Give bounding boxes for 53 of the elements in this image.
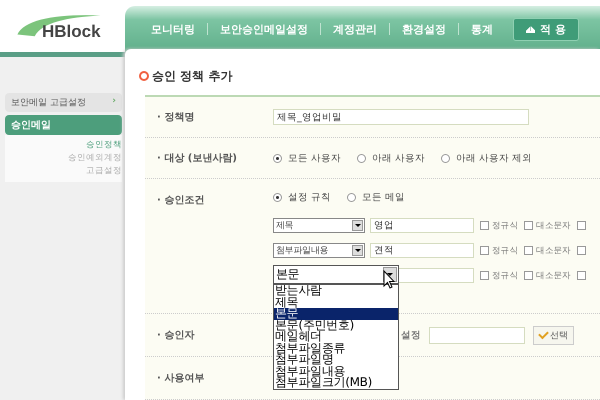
field-label: 설정 (401, 328, 421, 342)
checkbox[interactable] (576, 221, 586, 230)
radio-label: 모든 메일 (362, 191, 406, 204)
dropdown-option[interactable]: 제목 (274, 296, 398, 308)
dropdown-option[interactable]: 받는사람 (274, 285, 398, 296)
keyword-field[interactable]: 영업 (370, 218, 474, 233)
checkbox[interactable] (480, 246, 489, 255)
section-title: 승인 정책 추가 (152, 68, 232, 84)
policy-name-field[interactable]: 제목_영업비밀 (273, 109, 529, 125)
keyword-field[interactable]: 견적 (370, 243, 474, 258)
checkbox[interactable] (480, 221, 489, 230)
dropdown-option[interactable]: 첨부파일내용 (274, 366, 398, 377)
field-label: · 승인자 (156, 329, 196, 343)
field-label: · 대상 (보낸사람) (156, 152, 238, 166)
circle-bullet-icon (139, 71, 149, 81)
checkbox[interactable] (524, 271, 534, 280)
dropdown-option[interactable]: 첨부파일명 (274, 354, 398, 366)
sidebar-group[interactable]: 보안메일 고급설정 › (5, 93, 122, 112)
checkbox[interactable] (524, 246, 534, 255)
radio-button[interactable] (357, 154, 366, 162)
checkbox-label: 대소문자 (536, 220, 571, 232)
radio-label: 아래 사용자 (372, 152, 426, 164)
checkbox-label: 정규식 (492, 244, 518, 256)
dropdown-option[interactable]: 본문(주민번호) (274, 320, 398, 331)
radio-button[interactable] (273, 193, 282, 202)
radio-button[interactable] (441, 154, 450, 162)
checkbox[interactable] (480, 271, 489, 280)
field-dropdown[interactable]: 제목 (273, 218, 365, 233)
radio-label: 설정 규칙 (288, 191, 332, 204)
checkbox-label: 대소문자 (536, 270, 571, 282)
checkbox[interactable] (524, 221, 534, 230)
radio-button[interactable] (347, 193, 356, 202)
checkbox-label: 정규식 (492, 270, 518, 282)
checkbox[interactable] (576, 246, 586, 255)
radio-button[interactable] (273, 154, 282, 162)
approver-field[interactable] (429, 326, 525, 344)
logo-text: HBlock (42, 22, 101, 42)
field-label: · 승인조건 (156, 194, 206, 208)
field-label: · 정책명 (156, 111, 196, 125)
dropdown-option[interactable]: 본문 (274, 308, 398, 320)
field-dropdown[interactable]: 본문 (273, 265, 399, 284)
checkbox-label: 정규식 (492, 220, 518, 232)
dropdown-option[interactable]: 첨부파일종류 (274, 342, 398, 354)
dropdown-option[interactable]: 첨부파일크기(MB) (274, 377, 398, 388)
chevron-icon: › (112, 96, 116, 109)
dropdown-option[interactable]: 메일헤더 (274, 331, 398, 342)
radio-label: 모든 사용자 (288, 152, 342, 164)
radio-label: 아래 사용자 제외 (456, 152, 532, 164)
select-button[interactable]: 선택 (533, 326, 574, 344)
checkbox-label: 대소문자 (536, 244, 571, 256)
field-label: · 사용여부 (156, 372, 206, 386)
field-dropdown[interactable]: 첨부파일내용 (273, 243, 365, 258)
checkbox[interactable] (576, 271, 586, 280)
